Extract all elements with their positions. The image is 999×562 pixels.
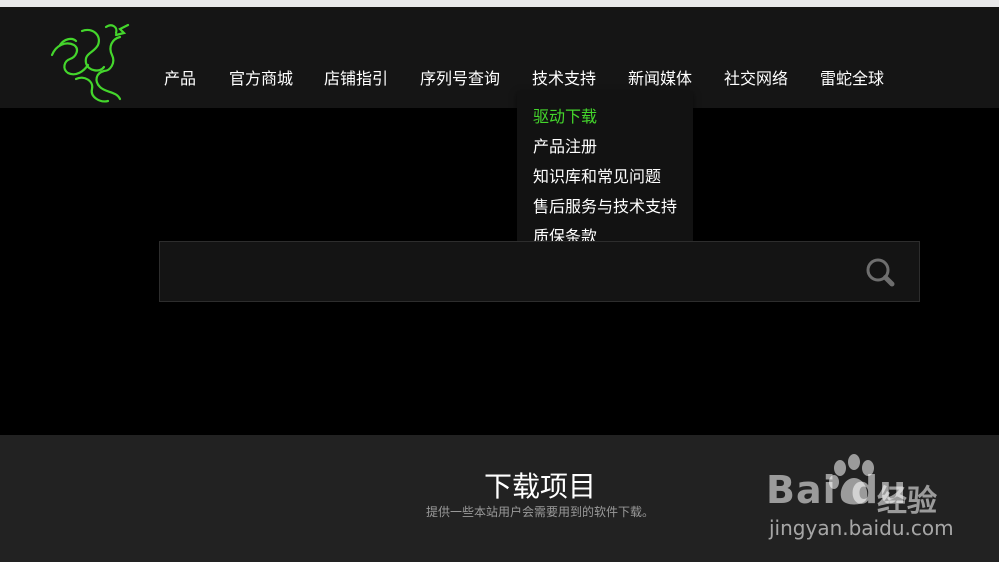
tech-support-dropdown: 驱动下载 产品注册 知识库和常见问题 售后服务与技术支持 质保条款 xyxy=(517,91,693,251)
watermark-url: jingyan.baidu.com xyxy=(769,516,954,540)
nav-item-store-guide[interactable]: 店铺指引 xyxy=(324,65,388,89)
nav-item-news-media[interactable]: 新闻媒体 xyxy=(628,65,692,89)
dropdown-item-driver-download[interactable]: 驱动下载 xyxy=(533,103,597,127)
dropdown-item-knowledge-base[interactable]: 知识库和常见问题 xyxy=(533,163,661,187)
main-nav: 产品 官方商城 店铺指引 序列号查询 技术支持 新闻媒体 社交网络 雷蛇全球 xyxy=(0,7,999,108)
dropdown-item-product-registration[interactable]: 产品注册 xyxy=(533,133,597,157)
search-button[interactable] xyxy=(840,242,919,301)
nav-item-social-network[interactable]: 社交网络 xyxy=(724,65,788,89)
nav-item-official-store[interactable]: 官方商城 xyxy=(229,65,293,89)
search-icon xyxy=(866,258,895,287)
nav-item-razer-global[interactable]: 雷蛇全球 xyxy=(820,65,884,89)
nav-item-products[interactable]: 产品 xyxy=(164,65,196,89)
nav-item-tech-support[interactable]: 技术支持 xyxy=(532,65,596,89)
site-header: 产品 官方商城 店铺指引 序列号查询 技术支持 新闻媒体 社交网络 雷蛇全球 xyxy=(0,7,999,108)
browser-top-strip xyxy=(0,0,999,7)
search-box xyxy=(159,241,920,302)
dropdown-item-after-sales[interactable]: 售后服务与技术支持 xyxy=(533,193,677,217)
watermark-product: 经验 xyxy=(877,484,937,519)
search-input[interactable] xyxy=(160,242,840,301)
nav-item-serial-lookup[interactable]: 序列号查询 xyxy=(420,65,500,89)
